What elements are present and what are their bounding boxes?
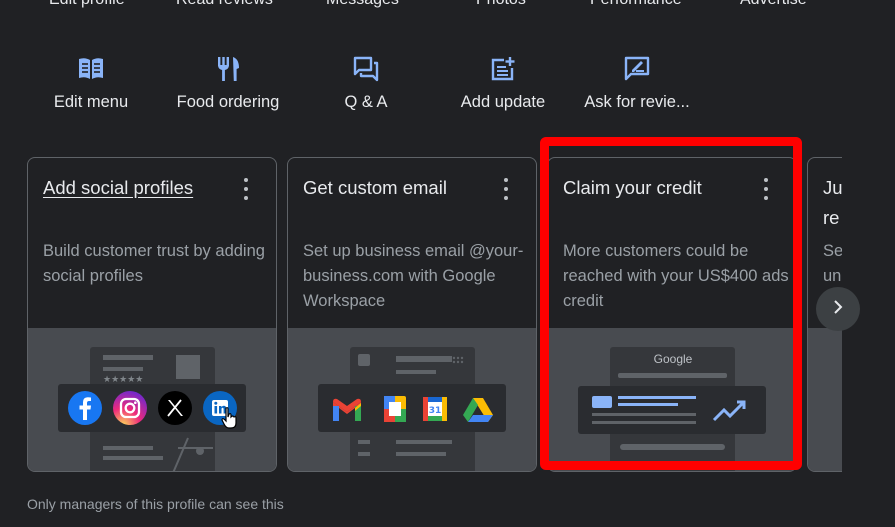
drive-icon <box>462 396 494 424</box>
workspace-illustration: 31 <box>288 328 536 471</box>
food-ordering-label: Food ordering <box>176 93 280 111</box>
ads-credit-illustration: Google <box>548 328 796 471</box>
forum-icon <box>351 54 381 84</box>
messages-link[interactable]: Messages <box>326 0 399 9</box>
hand-pointer-cursor-icon <box>220 406 240 430</box>
card-description: Set up business email @your-business.com… <box>303 242 524 310</box>
card-description: More customers could be reached with you… <box>563 242 789 310</box>
ask-for-review-label: Ask for revie... <box>584 93 690 111</box>
top-actions-row: Edit profile Read reviews Messages Photo… <box>0 0 895 15</box>
rate-review-icon <box>622 54 652 84</box>
card-title: Ju re <box>823 177 842 228</box>
photos-link[interactable]: Photos <box>476 0 526 9</box>
svg-text:★★★★★: ★★★★★ <box>103 375 143 385</box>
more-options-icon[interactable] <box>756 178 776 200</box>
get-custom-email-card[interactable]: Get custom email Set up business email @… <box>287 157 537 472</box>
facebook-icon <box>67 390 103 426</box>
card-description: Build customer trust by adding social pr… <box>43 242 265 285</box>
add-update-button[interactable]: Add update <box>433 54 573 118</box>
google-logo-text: Google <box>653 352 693 366</box>
more-options-icon[interactable] <box>496 178 516 200</box>
social-profiles-illustration: ★★★★★ <box>28 328 276 471</box>
add-update-label: Add update <box>460 93 546 111</box>
gmail-icon <box>329 395 365 423</box>
qa-label: Q & A <box>344 93 388 111</box>
read-reviews-link[interactable]: Read reviews <box>176 0 273 9</box>
x-icon <box>157 390 193 426</box>
performance-link[interactable]: Performance <box>590 0 682 9</box>
managers-only-notice: Only managers of this profile can see th… <box>27 496 284 512</box>
svg-text:31: 31 <box>429 406 442 416</box>
advertise-link[interactable]: Advertise <box>740 0 807 9</box>
ask-for-review-button[interactable]: Ask for revie... <box>567 54 707 118</box>
qa-button[interactable]: Q & A <box>296 54 436 118</box>
menu-book-icon <box>76 54 106 84</box>
card-description: Se un <box>823 242 842 285</box>
edit-menu-button[interactable]: Edit menu <box>21 54 161 118</box>
carousel-next-button[interactable] <box>816 287 860 331</box>
post-add-icon <box>488 54 518 84</box>
restaurant-icon <box>213 54 243 84</box>
more-options-icon[interactable] <box>236 178 256 200</box>
edit-profile-link[interactable]: Edit profile <box>49 0 125 9</box>
calendar-icon: 31 <box>420 394 450 424</box>
instagram-icon <box>112 390 148 426</box>
docs-icon <box>382 394 408 424</box>
claim-your-credit-card[interactable]: Claim your credit More customers could b… <box>547 157 797 472</box>
add-social-profiles-card[interactable]: Add social profiles Build customer trust… <box>27 157 277 472</box>
partial-card-illustration <box>808 328 842 471</box>
food-ordering-button[interactable]: Food ordering <box>158 54 298 118</box>
edit-menu-label: Edit menu <box>53 93 129 111</box>
card-title: Get custom email <box>303 177 447 198</box>
card-title-link[interactable]: Add social profiles <box>43 177 193 199</box>
card-title: Claim your credit <box>563 177 702 198</box>
suggestion-cards-carousel: Add social profiles Build customer trust… <box>27 157 842 473</box>
chevron-right-icon <box>830 299 846 320</box>
business-profile-panel: Edit profile Read reviews Messages Photo… <box>0 0 895 527</box>
